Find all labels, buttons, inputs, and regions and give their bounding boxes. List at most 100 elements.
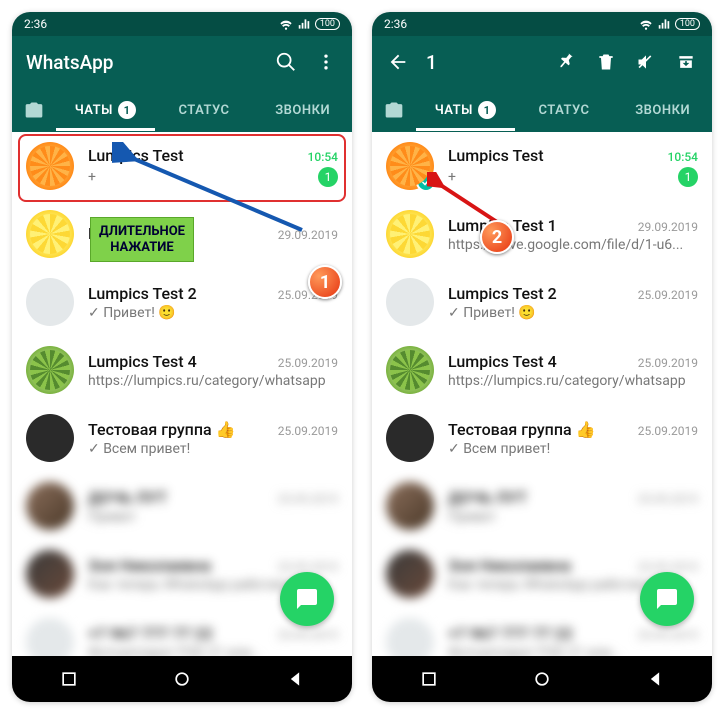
chat-time: 25.09.2019 [638,424,698,438]
tab-calls[interactable]: ЗВОНКИ [613,91,712,130]
chat-name: Тестовая группа 👍 [448,420,596,439]
avatar[interactable] [386,210,434,258]
chat-msg: https://lumpics.ru/category/whatsapp [88,373,338,389]
nav-back-icon[interactable] [645,669,665,689]
chat-msg: Фотоаппарат FGD 21 или... [448,645,698,657]
avatar[interactable] [26,278,74,326]
chat-row[interactable]: Lumpics Test10:54+1 [12,132,352,200]
chat-time: 25.09.2019 [278,356,338,370]
mute-icon[interactable] [634,50,658,74]
nav-bar [12,656,352,702]
avatar[interactable] [26,550,74,598]
avatar[interactable] [386,482,434,530]
tabs: ЧАТЫ 1 СТАТУС ЗВОНКИ [372,88,712,132]
battery-icon: 100 [315,18,340,30]
chat-row[interactable]: ДОЧЬ ЛУТ25.09.2019Привет [372,472,712,540]
back-arrow-icon[interactable] [386,50,410,74]
delete-icon[interactable] [594,50,618,74]
compose-fab[interactable] [640,572,694,626]
chat-name: Lumpics Test 2 [88,284,197,303]
nav-bar [372,656,712,702]
chat-name: Lumpics Test 4 [448,352,557,371]
annotation-longpress: ДЛИТЕЛЬНОЕ НАЖАТИЕ [90,217,194,262]
avatar[interactable] [386,414,434,462]
chat-msg: Фотоаппарат FGD 21 или... [88,645,338,657]
avatar[interactable] [26,346,74,394]
tabs: ЧАТЫ 1 СТАТУС ЗВОНКИ [12,88,352,132]
avatar[interactable] [26,210,74,258]
nav-back-icon[interactable] [285,669,305,689]
avatar[interactable] [386,278,434,326]
chat-row[interactable]: Тестовая группа 👍 25.09.2019 ✓ Всем привет… [372,404,712,472]
chat-name: Зоя Николаевна [88,556,211,575]
tab-status[interactable]: СТАТУС [515,91,614,130]
chat-msg: https://lumpics.ru/category/whatsapp [448,373,698,389]
chat-time: 29.09.2019 [278,228,338,242]
chat-name: ДОЧЬ ЛУТ [88,488,167,507]
nav-recent-icon[interactable] [419,669,439,689]
wifi-icon [279,17,293,31]
unread-badge: 1 [678,167,698,187]
avatar[interactable] [386,618,434,656]
chat-row[interactable]: Тестовая группа 👍25.09.2019✓ Всем привет… [12,404,352,472]
chat-row[interactable]: Lumpics Test 225.09.2019✓ Привет! 🙂 [12,268,352,336]
avatar[interactable] [26,482,74,530]
search-icon[interactable] [274,50,298,74]
nav-home-icon[interactable] [532,669,552,689]
tab-status[interactable]: СТАТУС [155,91,254,130]
selected-count: 1 [426,51,538,74]
chat-time: 25.09.2019 [638,492,698,506]
chat-name: +7 967 777 77 22 [88,624,213,643]
chat-row[interactable]: Lumpics Test 4 25.09.2019 https://lumpics.… [12,336,352,404]
avatar[interactable] [26,414,74,462]
avatar[interactable] [386,346,434,394]
unread-badge: 1 [318,167,338,187]
chat-name: Lumpics Test 2 [448,284,557,303]
chat-msg: ✓ Привет! 🙂 [88,305,338,321]
archive-icon[interactable] [674,50,698,74]
battery-icon: 100 [675,18,700,30]
more-icon[interactable] [314,50,338,74]
pin-icon[interactable] [554,50,578,74]
tab-chats[interactable]: ЧАТЫ 1 [56,89,155,131]
compose-fab[interactable] [280,572,334,626]
status-time: 2:36 [24,17,47,31]
tab-chats[interactable]: ЧАТЫ 1 [416,89,515,131]
avatar[interactable] [386,142,434,190]
step-1-badge: 1 [308,265,342,299]
chat-name: Lumpics Test [88,146,184,165]
phone-right: 2:36 100 1 [372,12,712,702]
chat-row[interactable]: Lumpics Test 4 25.09.2019 https://lumpics.… [372,336,712,404]
avatar[interactable] [26,618,74,656]
chat-name: Зоя Николаевна [448,556,571,575]
chat-time: 25.09.2019 [638,628,698,642]
chat-time: 10:54 [668,150,698,164]
chat-time: 25.09.2019 [278,492,338,506]
camera-tab-icon[interactable] [372,100,416,120]
chat-name: Тестовая группа 👍 [88,420,236,439]
chat-msg: Привет [448,509,698,525]
action-bar: 1 [372,36,712,88]
avatar[interactable] [26,142,74,190]
nav-home-icon[interactable] [172,669,192,689]
tab-chats-badge: 1 [478,101,496,119]
tab-calls[interactable]: ЗВОНКИ [253,91,352,130]
camera-tab-icon[interactable] [12,100,56,120]
phone-left: 2:36 100 WhatsApp ЧАТЫ 1 СТАТ [12,12,352,702]
status-time: 2:36 [384,17,407,31]
chat-row[interactable]: Lumpics Test 225.09.2019✓ Привет! 🙂 [372,268,712,336]
avatar[interactable] [386,550,434,598]
chat-row[interactable]: Lumpics Test10:54+1 [372,132,712,200]
chat-msg: ✓ Всем привет! [448,441,698,457]
chat-row[interactable]: Lumpics Test 129.09.2019https://drive.go… [372,200,712,268]
chat-row[interactable]: ДОЧЬ ЛУТ 25.09.2019 Привет [12,472,352,540]
chat-name: Lumpics Test 4 [88,352,197,371]
tab-chats-badge: 1 [118,101,136,119]
nav-recent-icon[interactable] [59,669,79,689]
chat-msg: Привет [88,509,338,525]
chat-time: 25.09.2019 [638,356,698,370]
wifi-icon [639,17,653,31]
status-bar: 2:36 100 [372,12,712,36]
selected-check-icon [416,172,436,192]
chat-msg: ✓ Привет! 🙂 [448,305,698,321]
